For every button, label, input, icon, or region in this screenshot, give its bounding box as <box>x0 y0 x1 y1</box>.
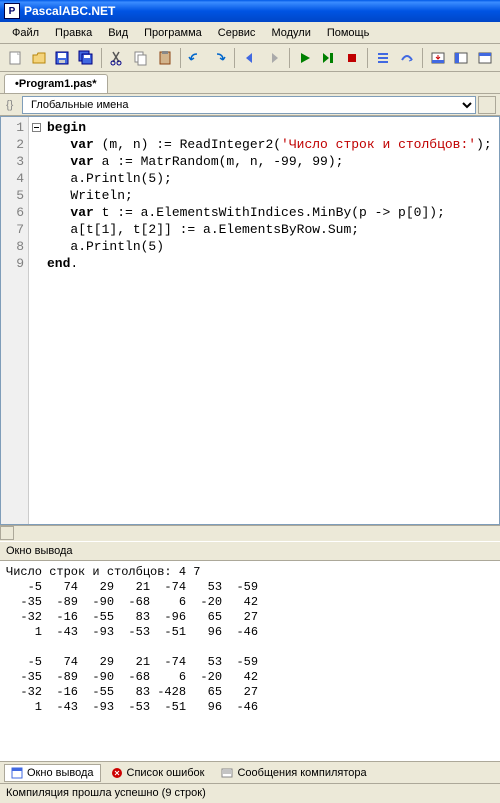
tab-compiler[interactable]: Сообщения компилятора <box>214 764 373 782</box>
paste-button[interactable] <box>154 47 176 69</box>
code-editor[interactable]: 1 2 3 4 5 6 7 8 9 begin var (m, n) := Re… <box>0 116 500 525</box>
line-gutter: 1 2 3 4 5 6 7 8 9 <box>1 117 29 524</box>
editor-tabs: •Program1.pas* <box>0 72 500 94</box>
panel1-button[interactable] <box>427 47 449 69</box>
menubar: Файл Правка Вид Программа Сервис Модули … <box>0 22 500 44</box>
stop-button[interactable] <box>341 47 363 69</box>
nav-bar: {} Глобальные имена <box>0 94 500 116</box>
scroll-thumb[interactable] <box>0 526 14 540</box>
toolbar-sep <box>180 48 181 68</box>
toolbar-sep <box>422 48 423 68</box>
output-icon <box>11 767 23 779</box>
save-button[interactable] <box>52 47 74 69</box>
toolbar-sep <box>289 48 290 68</box>
window-title: PascalABC.NET <box>24 4 115 18</box>
menu-modules[interactable]: Модули <box>263 25 318 41</box>
menu-view[interactable]: Вид <box>100 25 136 41</box>
output-panel[interactable]: Число строк и столбцов: 4 7 -5 74 29 21 … <box>0 561 500 761</box>
toolbar-sep <box>101 48 102 68</box>
stepover-button[interactable] <box>396 47 418 69</box>
run-button[interactable] <box>294 47 316 69</box>
panel2-button[interactable] <box>450 47 472 69</box>
cut-button[interactable] <box>106 47 128 69</box>
horizontal-scrollbar[interactable] <box>0 525 500 541</box>
file-tab[interactable]: •Program1.pas* <box>4 74 108 93</box>
open-button[interactable] <box>28 47 50 69</box>
tab-output[interactable]: Окно вывода <box>4 764 101 782</box>
fold-toggle[interactable] <box>32 123 41 132</box>
fold-column <box>29 117 43 524</box>
titlebar: P PascalABC.NET <box>0 0 500 22</box>
run2-button[interactable] <box>318 47 340 69</box>
toolbar-sep <box>234 48 235 68</box>
undo-button[interactable] <box>185 47 207 69</box>
compiler-icon <box>221 767 233 779</box>
forward-button[interactable] <box>263 47 285 69</box>
toolbar-sep <box>367 48 368 68</box>
saveall-button[interactable] <box>75 47 97 69</box>
code-area[interactable]: begin var (m, n) := ReadInteger2('Число … <box>43 117 499 524</box>
menu-program[interactable]: Программа <box>136 25 210 41</box>
status-text: Компиляция прошла успешно (9 строк) <box>6 787 206 799</box>
svg-text:{}: {} <box>6 99 14 111</box>
scope-icon: {} <box>4 97 20 113</box>
scope-combo[interactable]: Глобальные имена <box>22 96 476 114</box>
menu-service[interactable]: Сервис <box>210 25 264 41</box>
redo-button[interactable] <box>208 47 230 69</box>
menu-help[interactable]: Помощь <box>319 25 378 41</box>
new-button[interactable] <box>4 47 26 69</box>
statusbar: Компиляция прошла успешно (9 строк) <box>0 783 500 803</box>
toolbar <box>0 44 500 72</box>
back-button[interactable] <box>239 47 261 69</box>
tab-errors[interactable]: Список ошибок <box>104 764 212 782</box>
copy-button[interactable] <box>130 47 152 69</box>
bottom-tabs: Окно вывода Список ошибок Сообщения комп… <box>0 761 500 783</box>
nav-dropdown-button[interactable] <box>478 96 496 114</box>
errors-icon <box>111 767 123 779</box>
menu-edit[interactable]: Правка <box>47 25 100 41</box>
menu-file[interactable]: Файл <box>4 25 47 41</box>
stepinto-button[interactable] <box>372 47 394 69</box>
app-icon: P <box>4 3 20 19</box>
output-panel-title: Окно вывода <box>0 541 500 561</box>
panel3-button[interactable] <box>474 47 496 69</box>
